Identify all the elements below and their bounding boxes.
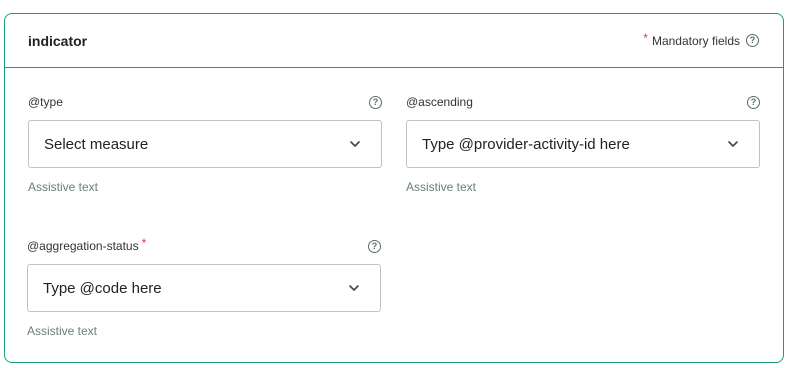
chevron-down-icon [349,285,359,291]
select-value: Select measure [44,135,149,153]
required-asterisk: * [141,236,147,250]
field-label: @ascending [406,95,473,109]
field-aggregation-status: @aggregation-status * ? Type @code here A… [27,236,381,338]
assistive-text: Assistive text [28,180,99,194]
type-select[interactable]: Select measure [28,120,382,168]
field-label-text: @aggregation-status [27,239,139,253]
help-icon[interactable]: ? [369,95,382,109]
required-asterisk: * [643,30,648,45]
ascending-select[interactable]: Type @provider-activity-id here [406,120,760,168]
aggregation-status-select[interactable]: Type @code here [27,264,381,312]
help-icon[interactable]: ? [368,239,381,253]
select-value: Type @provider-activity-id here [422,135,630,153]
chevron-down-icon [728,141,738,147]
chevron-down-icon [350,141,360,147]
card-title: indicator [28,32,88,49]
mandatory-fields-note: * Mandatory fields ? [643,30,759,48]
select-value: Type @code here [43,279,162,297]
assistive-text: Assistive text [406,180,477,194]
card-header: indicator * Mandatory fields ? [5,14,783,68]
mandatory-fields-label: Mandatory fields [651,33,740,48]
field-label: @aggregation-status * [27,236,147,253]
field-type: @type ? Select measure Assistive text [28,94,382,194]
field-label: @type [28,95,63,109]
help-icon[interactable]: ? [747,95,760,109]
field-ascending: @ascending ? Type @provider-activity-id … [406,94,760,194]
help-icon[interactable]: ? [746,34,759,47]
indicator-card: indicator * Mandatory fields ? @type ? S… [4,13,784,363]
assistive-text: Assistive text [27,324,98,338]
